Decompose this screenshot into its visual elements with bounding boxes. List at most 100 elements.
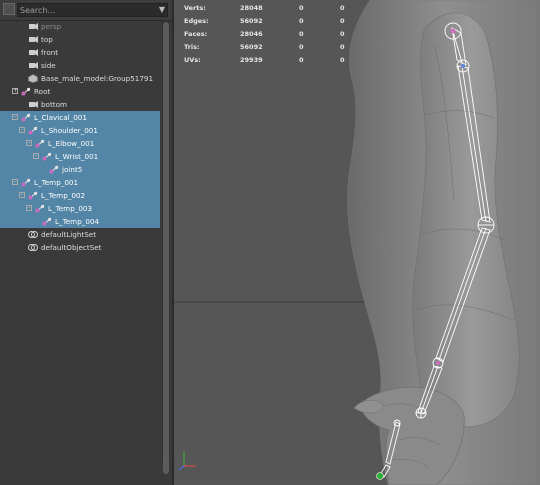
outliner-item[interactable]: front xyxy=(0,46,160,59)
hud-row: Edges: 56092 0 0 xyxy=(184,15,364,28)
collapse-icon[interactable]: – xyxy=(26,205,32,211)
outliner-item-label: L_Shoulder_001 xyxy=(41,126,98,135)
outliner-item-label: side xyxy=(41,61,56,70)
hud-value: 0 xyxy=(299,4,304,12)
hud-value: 56092 xyxy=(240,43,263,51)
outliner-item-label: bottom xyxy=(41,100,67,109)
hud-value: 28046 xyxy=(240,30,263,38)
mesh-icon xyxy=(28,74,38,83)
hud-value: 0 xyxy=(299,43,304,51)
collapse-icon[interactable]: – xyxy=(12,179,18,185)
outliner-item-label: L_Temp_002 xyxy=(41,191,86,200)
outliner-item[interactable]: L_Temp_004 xyxy=(0,215,160,228)
collapse-icon[interactable]: – xyxy=(26,140,32,146)
outliner-item-label: joint5 xyxy=(62,165,83,174)
outliner-item-label: L_Elbow_001 xyxy=(48,139,95,148)
hud-value: 29939 xyxy=(240,56,263,64)
outliner-scrollbar[interactable] xyxy=(162,20,170,474)
search-field[interactable]: ▼ xyxy=(17,3,168,17)
search-input[interactable] xyxy=(20,4,148,16)
collapse-icon[interactable]: – xyxy=(12,114,18,120)
outliner-item[interactable]: defaultObjectSet xyxy=(0,241,160,254)
outliner-item[interactable]: + Root xyxy=(0,85,160,98)
joint-icon xyxy=(42,152,52,161)
hud-label: Faces: xyxy=(184,30,208,38)
outliner-item-label: front xyxy=(41,48,59,57)
outliner-item[interactable]: persp xyxy=(0,20,160,33)
hud-value: 0 xyxy=(340,56,345,64)
hud-label: Edges: xyxy=(184,17,209,25)
hud-value: 0 xyxy=(299,17,304,25)
hud-value: 0 xyxy=(340,17,345,25)
outliner-search-bar: ▼ xyxy=(0,0,172,21)
outliner-item-label: L_Temp_004 xyxy=(55,217,100,226)
joint-icon xyxy=(35,139,45,148)
collapse-icon[interactable]: – xyxy=(19,127,25,133)
outliner-item[interactable]: – L_Temp_003 xyxy=(0,202,160,215)
camera-icon xyxy=(29,23,38,30)
joint-icon xyxy=(35,204,45,213)
expand-icon[interactable]: + xyxy=(12,88,18,94)
3d-viewport[interactable]: Verts: 28048 0 0 Edges: 56092 0 0 Faces: 28046 0 0 T… xyxy=(174,0,540,485)
outliner-item-label: L_Temp_001 xyxy=(34,178,79,187)
hud-value: 56092 xyxy=(240,17,263,25)
outliner-item-label: L_Temp_003 xyxy=(48,204,93,213)
hud-label: Verts: xyxy=(184,4,206,12)
outliner-item-label: defaultObjectSet xyxy=(41,243,102,252)
hud-value: 0 xyxy=(340,30,345,38)
hud-row: UVs: 29939 0 0 xyxy=(184,54,364,67)
outliner-item-label: L_Clavical_001 xyxy=(34,113,87,122)
camera-icon xyxy=(29,36,38,43)
search-dropdown-icon[interactable]: ▼ xyxy=(159,5,165,14)
outliner-item[interactable]: – L_Temp_002 xyxy=(0,189,160,202)
outliner-item[interactable]: Base_male_model:Group51791 xyxy=(0,72,160,85)
outliner-item-label: persp xyxy=(41,22,62,31)
outliner-item[interactable]: – L_Wrist_001 xyxy=(0,150,160,163)
camera-icon xyxy=(29,49,38,56)
outliner-item-label: top xyxy=(41,35,53,44)
outliner-item[interactable]: joint5 xyxy=(0,163,160,176)
joint-icon xyxy=(49,165,59,174)
joint-icon xyxy=(28,126,38,135)
hud-row: Tris: 56092 0 0 xyxy=(184,41,364,54)
outliner-item[interactable]: – L_Clavical_001 xyxy=(0,111,160,124)
hud-value: 28048 xyxy=(240,4,263,12)
outliner-item[interactable]: defaultLightSet xyxy=(0,228,160,241)
joint-icon xyxy=(21,113,31,122)
viewport-scene[interactable] xyxy=(174,0,540,485)
outliner-tree: persp top front side Base_male_model:Group51… xyxy=(0,20,160,460)
joint-icon xyxy=(21,87,31,96)
joint-icon xyxy=(21,178,31,187)
hud-value: 0 xyxy=(340,4,345,12)
outliner-item[interactable]: bottom xyxy=(0,98,160,111)
outliner-panel: ▼ persp top front side Base_male_model:Group… xyxy=(0,0,174,485)
collapse-icon[interactable]: – xyxy=(33,153,39,159)
hud-label: UVs: xyxy=(184,56,201,64)
joint-icon xyxy=(28,191,38,200)
outliner-item[interactable]: – L_Shoulder_001 xyxy=(0,124,160,137)
hud-value: 0 xyxy=(340,43,345,51)
poly-count-hud: Verts: 28048 0 0 Edges: 56092 0 0 Faces: 28046 0 0 T… xyxy=(184,2,364,67)
joint-icon xyxy=(42,217,52,226)
outliner-item[interactable]: – L_Elbow_001 xyxy=(0,137,160,150)
hud-label: Tris: xyxy=(184,43,200,51)
camera-icon xyxy=(29,101,38,108)
hud-value: 0 xyxy=(299,30,304,38)
set-icon xyxy=(28,231,38,238)
camera-icon xyxy=(29,62,38,69)
hud-value: 0 xyxy=(299,56,304,64)
collapse-icon[interactable]: – xyxy=(19,192,25,198)
hud-row: Verts: 28048 0 0 xyxy=(184,2,364,15)
hud-row: Faces: 28046 0 0 xyxy=(184,28,364,41)
outliner-item-label: L_Wrist_001 xyxy=(55,152,99,161)
set-icon xyxy=(28,244,38,251)
outliner-item[interactable]: side xyxy=(0,59,160,72)
scrollbar-thumb[interactable] xyxy=(163,22,169,474)
outliner-item-label: Base_male_model:Group51791 xyxy=(41,74,154,83)
outliner-item[interactable]: – L_Temp_001 xyxy=(0,176,160,189)
outliner-item[interactable]: top xyxy=(0,33,160,46)
joint-root xyxy=(376,472,384,480)
outliner-item-label: Root xyxy=(34,87,51,96)
panel-handle-icon[interactable] xyxy=(3,3,15,15)
outliner-item-label: defaultLightSet xyxy=(41,230,97,239)
